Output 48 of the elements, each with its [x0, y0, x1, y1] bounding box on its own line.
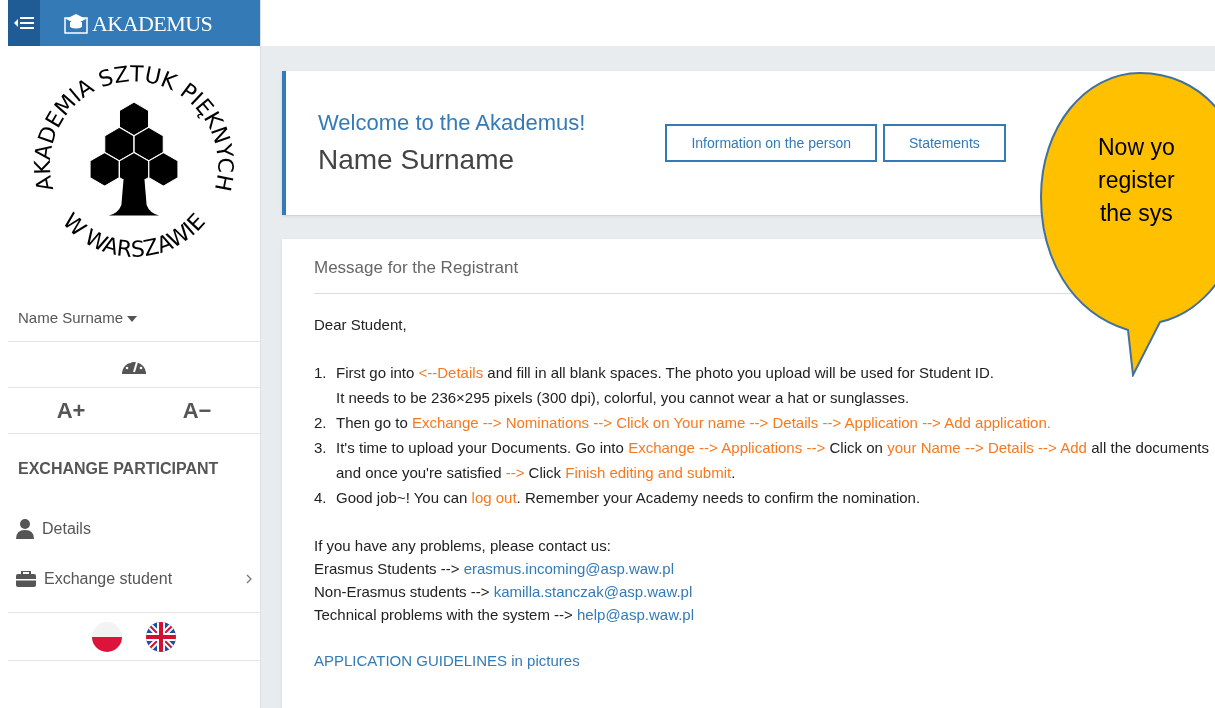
step-number: 2. [314, 413, 328, 433]
guidelines-link[interactable]: APPLICATION GUIDELINES in pictures [314, 650, 580, 673]
step-text: It's time to upload your Documents. Go into Exchange --> Applications --> Click on your Name --> Details --> Add all the documents and once you're satisfied --> Click Finish editing and submit. [336, 438, 1209, 483]
message-title: Message for the Registrant [314, 258, 519, 277]
instruction-link[interactable]: log out [471, 489, 517, 506]
instruction-link[interactable]: --> [505, 464, 525, 481]
contact-line: Erasmus Students --> erasmus.incoming@asp.waw.pl [314, 559, 675, 579]
decrease-font-button[interactable]: A− [134, 388, 260, 433]
instruction-link[interactable]: Exchange --> Nominations --> Click on Your name --> Details --> Application --> Add application. [411, 414, 1051, 431]
header-button[interactable]: Statements [882, 124, 1006, 162]
instruction-link[interactable]: Exchange --> Applications --> [628, 439, 826, 456]
step-text: Good job~! You can log out. Remember your Academy needs to confirm the nomination. [336, 488, 921, 508]
step-number: 4. [314, 488, 328, 508]
nav-item[interactable]: Details [8, 504, 260, 554]
step-number: 3. [314, 438, 328, 458]
person-icon [16, 519, 34, 539]
contact-line: Technical problems with the system --> help@asp.waw.pl [314, 605, 695, 625]
user-name: Name Surname [318, 142, 516, 177]
uk-flag-icon[interactable] [146, 621, 176, 652]
instruction-link[interactable]: your Name --> Details --> Add [887, 439, 1087, 456]
instruction-link[interactable]: <--Details [418, 364, 484, 381]
callout-text: Now yo [1098, 133, 1175, 162]
email-link[interactable]: kamilla.stanczak@asp.waw.pl [493, 583, 693, 600]
increase-font-button[interactable]: A+ [8, 388, 134, 433]
polish-flag-icon[interactable] [92, 621, 122, 652]
step-text: First go into <--Details and fill in all blank spaces. The photo you upload will be used for Student ID. [336, 363, 994, 383]
sidebar-toggle-button[interactable] [8, 0, 40, 46]
callout-text: register [1098, 166, 1175, 195]
contact-line: Non-Erasmus students --> kamilla.stanczak@asp.waw.pl [314, 582, 694, 602]
nav-item[interactable]: Exchange student [8, 554, 260, 604]
briefcase-icon [16, 571, 36, 587]
step-text: It needs to be 236×295 pixels (300 dpi), colorful, you cannot wear a hat or sunglasses. [336, 388, 911, 408]
step-number: 1. [314, 363, 328, 383]
menu-collapse-icon [14, 17, 34, 29]
header-button[interactable]: Information on the person [665, 124, 877, 162]
brand-name: AKADEMUS [92, 9, 213, 38]
graduation-cap-icon [64, 12, 88, 34]
chevron-right-icon [246, 574, 252, 584]
contact-intro: If you have any problems, please contact us: [314, 536, 612, 556]
section-heading: EXCHANGE PARTICIPANT [18, 459, 219, 479]
user-menu[interactable]: Name Surname [8, 296, 260, 342]
email-link[interactable]: erasmus.incoming@asp.waw.pl [463, 560, 674, 577]
greeting: Dear Student, [314, 314, 408, 335]
email-link[interactable]: help@asp.waw.pl [577, 606, 694, 623]
step-text: Then go to Exchange --> Nominations --> Click on Your name --> Details --> Application --> Add application. [336, 413, 1051, 433]
callout-text: the sys [1099, 199, 1173, 228]
caret-icon [127, 315, 138, 322]
welcome-text: Welcome to the Akademus! [318, 108, 586, 137]
